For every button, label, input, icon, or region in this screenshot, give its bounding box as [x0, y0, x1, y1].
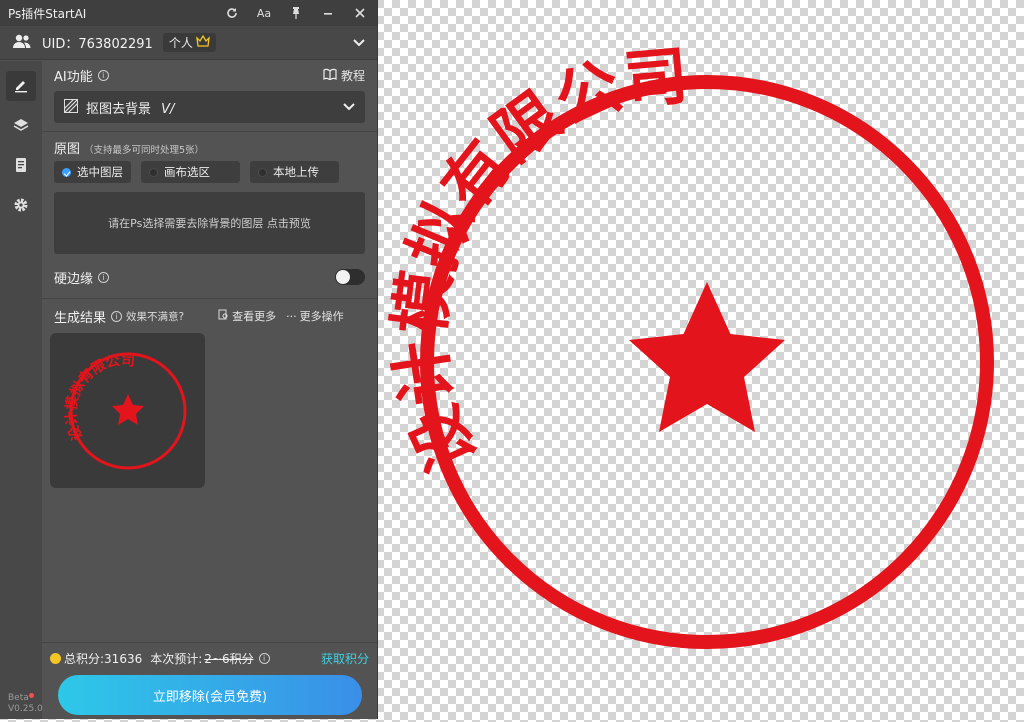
source-local-upload[interactable]: 本地上传: [250, 161, 339, 183]
points-row: 总积分:31636 本次预计: 2~6积分 i 获取积分: [42, 643, 377, 673]
coin-icon: [50, 652, 61, 664]
ps-canvas: 设计模拟有限公司: [380, 0, 1024, 719]
source-label: 画布选区: [164, 165, 210, 179]
feature-tag: V/: [161, 101, 175, 117]
view-more-icon: [218, 309, 229, 323]
svg-text:设计模拟有限公司: 设计模拟有限公司: [63, 352, 136, 442]
tutorial-label: 教程: [340, 68, 365, 83]
result-label: 生成结果: [54, 310, 107, 326]
ai-feature-select[interactable]: 抠图去背景 V/: [54, 91, 365, 123]
original-hint: （支持最多可同时处理5张）: [84, 145, 205, 156]
ai-function-label: AI功能: [54, 69, 93, 85]
source-options: 选中图层 画布选区 本地上传: [42, 161, 377, 183]
remove-now-label: 立即移除(会员免费): [152, 689, 268, 705]
source-label: 选中图层: [77, 165, 123, 179]
source-label: 本地上传: [273, 165, 319, 179]
info-icon[interactable]: i: [111, 310, 123, 322]
ellipsis-icon: ···: [286, 309, 297, 323]
font-size-icon[interactable]: Aa: [255, 4, 273, 22]
plugin-title: Ps插件StartAI: [8, 6, 87, 21]
sidebar-item-edit[interactable]: [6, 71, 36, 101]
estimate-label: 本次预计:: [150, 651, 203, 666]
plugin-sidebar: Beta V0.25.0: [0, 61, 43, 719]
result-thumbnail[interactable]: 设计模拟有限公司: [50, 333, 205, 488]
source-canvas-selection[interactable]: 画布选区: [141, 161, 240, 183]
info-icon[interactable]: i: [258, 652, 270, 664]
remove-now-button[interactable]: 立即移除(会员免费): [58, 675, 362, 715]
refresh-icon[interactable]: [223, 4, 241, 22]
total-points: 总积分:31636: [64, 651, 143, 666]
company-seal-image: 设计模拟有限公司: [383, 39, 994, 649]
more-ops-button[interactable]: ··· 更多操作: [286, 308, 344, 324]
svg-text:设计模拟有限公司: 设计模拟有限公司: [383, 39, 692, 484]
info-icon[interactable]: i: [98, 271, 110, 283]
radio-icon: [258, 167, 267, 177]
hard-edge-label: 硬边缘: [54, 271, 94, 287]
radio-icon: [149, 167, 158, 177]
view-more-button[interactable]: 查看更多: [218, 308, 276, 324]
seal-thumbnail-image: 设计模拟有限公司: [63, 352, 186, 469]
ai-feature-label: 抠图去背景 V/: [86, 101, 175, 117]
sidebar-item-history[interactable]: [6, 151, 36, 181]
close-icon[interactable]: [351, 4, 369, 22]
book-icon: [323, 68, 337, 83]
startai-plugin-panel: Ps插件StartAI Aa UID：763802291 个人 Beta V0.…: [0, 0, 378, 719]
gear-icon: [13, 197, 29, 216]
remove-background-icon: [63, 98, 79, 116]
view-more-label: 查看更多: [232, 310, 277, 323]
users-icon: [12, 33, 32, 52]
account-type-label: 个人: [168, 36, 193, 50]
original-label: 原图: [54, 142, 81, 157]
hard-edge-toggle[interactable]: [335, 269, 365, 285]
ai-function-header: AI功能 i 教程: [42, 61, 377, 89]
plugin-footer: 总积分:31636 本次预计: 2~6积分 i 获取积分 立即移除(会员免费): [42, 642, 377, 719]
version-label: V0.25.0: [8, 704, 43, 714]
plugin-titlebar: Ps插件StartAI Aa: [0, 0, 377, 26]
beta-dot: [28, 693, 34, 698]
beta-label: Beta: [8, 693, 29, 703]
pin-icon[interactable]: [287, 4, 305, 22]
crown-icon: [195, 34, 210, 50]
result-header: 生成结果 i 效果不满意? 查看更多 ··· 更多操作: [42, 301, 377, 331]
unsatisfied-link[interactable]: 效果不满意?: [126, 309, 184, 324]
get-points-link[interactable]: 获取积分: [321, 650, 369, 667]
sidebar-item-layers[interactable]: [6, 111, 36, 141]
user-bar: UID：763802291 个人: [0, 26, 377, 60]
original-header: 原图 （支持最多可同时处理5张）: [42, 132, 377, 161]
minimize-icon[interactable]: [319, 4, 337, 22]
account-type-badge[interactable]: 个人: [162, 33, 216, 52]
chevron-down-icon: [343, 100, 355, 114]
user-id: UID：763802291: [42, 37, 153, 52]
estimate-value: 2~6积分: [204, 651, 254, 666]
version-info: Beta V0.25.0: [8, 693, 43, 715]
radio-checked-icon: [62, 167, 71, 177]
pencil-icon: [13, 77, 29, 96]
info-icon[interactable]: i: [97, 69, 109, 81]
source-selected-layer[interactable]: 选中图层: [54, 161, 131, 183]
source-preview-area[interactable]: 请在Ps选择需要去除背景的图层 点击预览: [54, 192, 365, 254]
document-icon: [14, 157, 28, 176]
hard-edge-row: 硬边缘 i: [42, 256, 377, 299]
plugin-content: AI功能 i 教程 抠图去背景 V/ 原图 （支持最多可同时处理5张） 选中图层…: [42, 61, 377, 719]
chevron-down-icon[interactable]: [353, 36, 365, 50]
tutorial-link[interactable]: 教程: [323, 67, 365, 84]
layers-icon: [13, 117, 29, 136]
more-ops-label: 更多操作: [299, 310, 344, 323]
sidebar-item-settings[interactable]: [6, 191, 36, 221]
preview-hint: 请在Ps选择需要去除背景的图层 点击预览: [108, 217, 311, 230]
